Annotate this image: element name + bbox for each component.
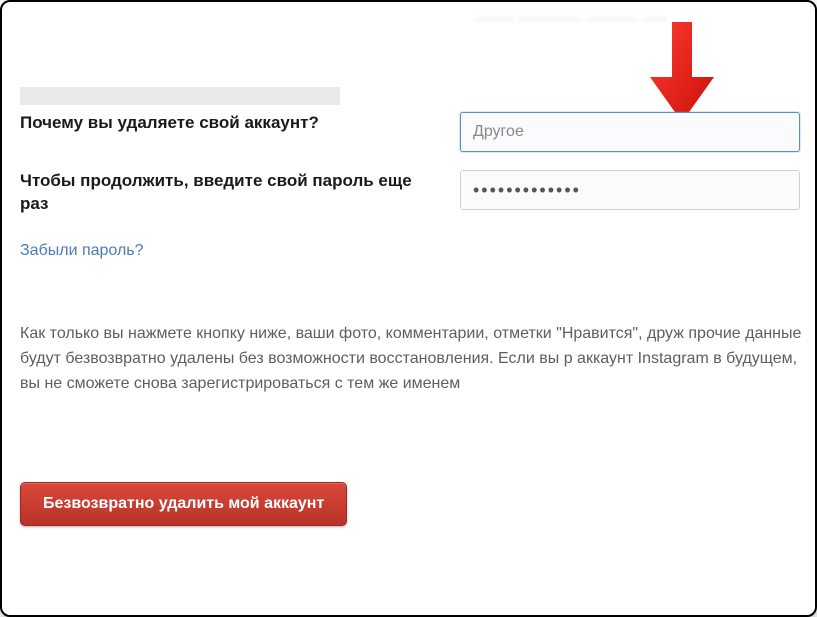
redacted-bar	[20, 87, 340, 105]
reason-label: Почему вы удаляете свой аккаунт?	[20, 112, 460, 135]
delete-account-button[interactable]: Безвозвратно удалить мой аккаунт	[20, 482, 347, 526]
password-input[interactable]: •••••••••••••	[460, 170, 800, 210]
warning-text: Как только вы нажмете кнопку ниже, ваши …	[20, 322, 815, 396]
arrow-down-icon	[642, 22, 722, 122]
forgot-password-link[interactable]: Забыли пароль?	[20, 242, 144, 260]
top-blurred-text: ……… …………… ………… ……	[475, 8, 815, 28]
reason-select-value: Другое	[473, 123, 524, 141]
password-mask: •••••••••••••	[473, 180, 581, 201]
reason-select[interactable]: Другое	[460, 112, 800, 152]
password-label: Чтобы продолжить, введите свой пароль ещ…	[20, 170, 460, 216]
delete-account-panel: ……… …………… ………… …… Почему вы удаляете сво…	[0, 0, 817, 617]
